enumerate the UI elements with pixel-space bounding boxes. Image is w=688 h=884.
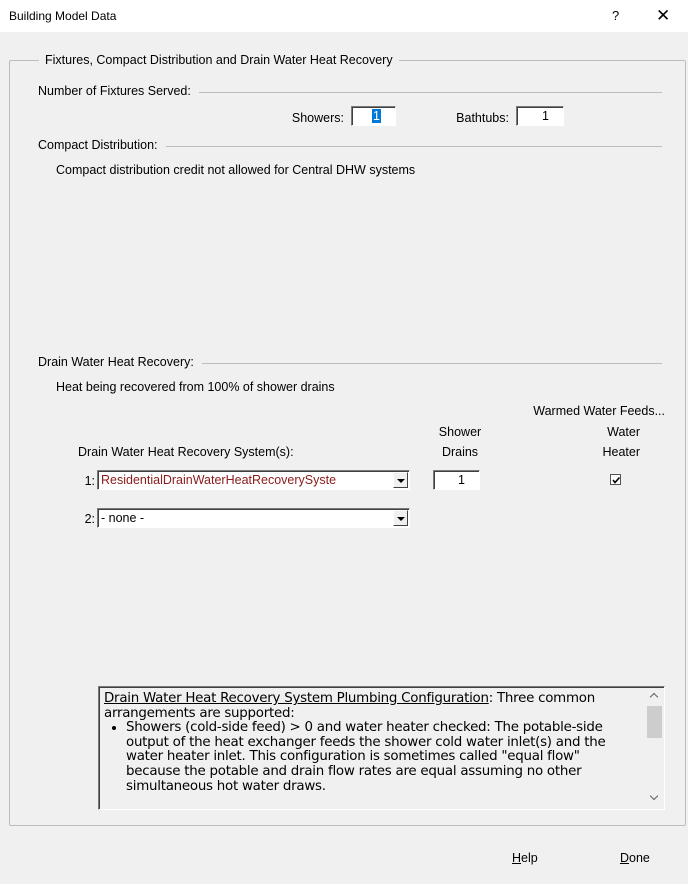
- dwhr-row-1-index: 1:: [84, 474, 95, 488]
- done-rest: one: [629, 851, 650, 865]
- scroll-thumb[interactable]: [647, 706, 662, 738]
- shower-drains-header-1: Shower: [438, 425, 482, 439]
- done-mnemonic: D: [620, 851, 630, 865]
- info-scrollbar[interactable]: [646, 688, 663, 807]
- showers-input[interactable]: 1: [351, 106, 396, 126]
- group-legend: Fixtures, Compact Distribution and Drain…: [39, 53, 399, 67]
- bathtubs-input[interactable]: 1: [516, 106, 564, 126]
- plumbing-info-box[interactable]: Drain Water Heat Recovery System Plumbin…: [98, 686, 665, 810]
- shower-drains-header-2: Drains: [441, 445, 479, 459]
- scroll-down-icon[interactable]: [646, 790, 663, 807]
- dwhr-recovered-text: Heat being recovered from 100% of shower…: [56, 380, 335, 394]
- dwhr-system-1-value: ResidentialDrainWaterHeatRecoverySyste: [101, 473, 337, 487]
- water-heater-header-1: Water: [607, 425, 640, 439]
- window-title: Building Model Data: [9, 9, 117, 23]
- dwhr-system-2-select[interactable]: - none -: [97, 508, 410, 528]
- dwhr-systems-label: Drain Water Heat Recovery System(s):: [78, 445, 294, 459]
- compact-message: Compact distribution credit not allowed …: [56, 163, 416, 177]
- help-mnemonic: H: [512, 851, 522, 865]
- bathtubs-label: Bathtubs:: [456, 111, 509, 125]
- compact-heading: Compact Distribution:: [38, 138, 166, 152]
- dwhr-row-2-index: 2:: [84, 512, 95, 526]
- chevron-down-icon[interactable]: [393, 510, 408, 526]
- fixtures-heading: Number of Fixtures Served:: [38, 84, 199, 98]
- dwhr-system-1-select[interactable]: ResidentialDrainWaterHeatRecoverySyste: [97, 470, 410, 490]
- help-rest: elp: [521, 851, 538, 865]
- scroll-up-icon[interactable]: [646, 688, 663, 705]
- done-button[interactable]: Done: [620, 851, 650, 865]
- dwhr-heading: Drain Water Heat Recovery:: [38, 355, 202, 369]
- info-bullet-1: Showers (cold-side feed) > 0 and water h…: [126, 720, 632, 794]
- showers-label: Showers:: [291, 111, 344, 125]
- water-heater-1-checkbox[interactable]: [610, 474, 621, 485]
- water-heater-header-2: Heater: [602, 445, 640, 459]
- chevron-down-icon[interactable]: [393, 472, 408, 488]
- showers-value: 1: [372, 109, 381, 123]
- dwhr-system-2-value: - none -: [101, 511, 145, 525]
- help-question-icon[interactable]: ?: [612, 8, 619, 23]
- help-button[interactable]: Help: [512, 851, 538, 865]
- info-list: Showers (cold-side feed) > 0 and water h…: [104, 720, 632, 794]
- warmed-water-header: Warmed Water Feeds...: [533, 404, 665, 418]
- plumbing-info-text: Drain Water Heat Recovery System Plumbin…: [104, 691, 632, 794]
- title-bar: Building Model Data ? ✕: [0, 0, 688, 32]
- info-title: Drain Water Heat Recovery System Plumbin…: [104, 691, 489, 706]
- close-icon[interactable]: ✕: [656, 6, 670, 26]
- checkmark-icon: [612, 476, 621, 484]
- shower-drains-1-input[interactable]: 1: [433, 470, 480, 490]
